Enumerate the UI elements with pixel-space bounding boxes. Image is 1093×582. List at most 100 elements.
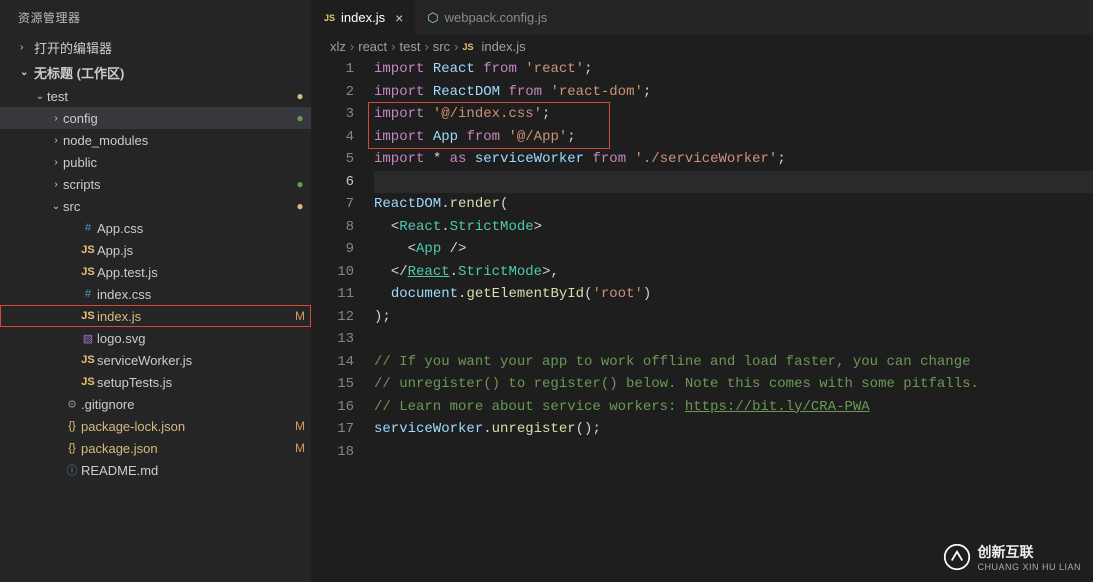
token: import: [374, 129, 424, 145]
js-file-icon: JS: [79, 376, 97, 388]
line-number: 11: [312, 283, 354, 306]
code-line[interactable]: [374, 441, 1093, 464]
tree-item-label: serviceWorker.js: [97, 353, 290, 368]
code-editor[interactable]: 123456789101112131415161718 import React…: [312, 58, 1093, 582]
breadcrumb-segment[interactable]: index.js: [482, 39, 526, 54]
token: ;: [777, 151, 785, 167]
tree-item-label: App.css: [97, 221, 290, 236]
breadcrumb[interactable]: xlz›react›test›src›JSindex.js: [312, 35, 1093, 58]
config-file-icon: ⚙: [63, 398, 81, 411]
file-item-logo-svg[interactable]: ▧logo.svg: [0, 327, 311, 349]
token: .: [450, 264, 458, 280]
file-tree: ⌄test●›config●›node_modules›public›scrip…: [0, 85, 311, 582]
code-line[interactable]: import React from 'react';: [374, 58, 1093, 81]
token: .: [483, 421, 491, 437]
workspace-section[interactable]: ⌄ 无标题 (工作区): [0, 60, 311, 85]
token: >,: [542, 264, 559, 280]
breadcrumb-segment[interactable]: src: [433, 39, 450, 54]
code-line[interactable]: // unregister() to register() below. Not…: [374, 373, 1093, 396]
code-line[interactable]: document.getElementById('root'): [374, 283, 1093, 306]
token: render: [450, 196, 500, 212]
code-line[interactable]: // Learn more about service workers: htt…: [374, 396, 1093, 419]
file-item-index-css[interactable]: #index.css: [0, 283, 311, 305]
token: serviceWorker: [475, 151, 584, 167]
token: React: [433, 61, 475, 77]
code-line[interactable]: // If you want your app to work offline …: [374, 351, 1093, 374]
tree-item-label: node_modules: [63, 133, 290, 148]
file-item-App-test-js[interactable]: JSApp.test.js: [0, 261, 311, 283]
chevron-right-icon: ›: [49, 179, 63, 190]
folder-item-node_modules[interactable]: ›node_modules: [0, 129, 311, 151]
code-line[interactable]: <App />: [374, 238, 1093, 261]
watermark-logo-icon: [943, 543, 971, 571]
code-lines[interactable]: import React from 'react';import ReactDO…: [374, 58, 1093, 582]
code-line[interactable]: ReactDOM.render(: [374, 193, 1093, 216]
code-line[interactable]: serviceWorker.unregister();: [374, 418, 1093, 441]
svg-file-icon: ▧: [79, 332, 97, 345]
file-item-index-js[interactable]: JSindex.jsM: [0, 305, 311, 327]
breadcrumb-segment[interactable]: xlz: [330, 39, 346, 54]
code-line[interactable]: import ReactDOM from 'react-dom';: [374, 81, 1093, 104]
folder-item-public[interactable]: ›public: [0, 151, 311, 173]
code-line[interactable]: [374, 171, 1093, 194]
file-item--gitignore[interactable]: ⚙.gitignore: [0, 393, 311, 415]
line-number: 9: [312, 238, 354, 261]
folder-item-test[interactable]: ⌄test●: [0, 85, 311, 107]
code-line[interactable]: import App from '@/App';: [374, 126, 1093, 149]
watermark-cn: 创新互联: [977, 542, 1081, 562]
line-number: 16: [312, 396, 354, 419]
token: document: [391, 286, 458, 302]
token: unregister: [492, 421, 576, 437]
webpack-icon: ⬡: [427, 10, 438, 26]
file-item-package-json[interactable]: {}package.jsonM: [0, 437, 311, 459]
opened-editors-label: 打开的编辑器: [34, 38, 112, 57]
status-indicator: ●: [290, 111, 310, 125]
tree-item-label: setupTests.js: [97, 375, 290, 390]
code-line[interactable]: [374, 328, 1093, 351]
chevron-right-icon: ›: [49, 157, 63, 168]
token: getElementById: [466, 286, 584, 302]
line-number: 3: [312, 103, 354, 126]
file-item-serviceWorker-js[interactable]: JSserviceWorker.js: [0, 349, 311, 371]
token: serviceWorker: [374, 421, 483, 437]
readme-file-icon: ⓘ: [63, 462, 81, 478]
chevron-right-icon: ›: [20, 42, 34, 53]
token: </: [391, 264, 408, 280]
close-icon[interactable]: ×: [395, 10, 403, 26]
breadcrumb-separator-icon: ›: [424, 39, 428, 54]
js-file-icon: JS: [79, 354, 97, 366]
tree-item-label: logo.svg: [97, 331, 290, 346]
tree-item-label: index.js: [97, 309, 290, 324]
folder-item-src[interactable]: ⌄src●: [0, 195, 311, 217]
token: from: [508, 84, 542, 100]
breadcrumb-segment[interactable]: react: [358, 39, 387, 54]
file-item-README-md[interactable]: ⓘREADME.md: [0, 459, 311, 481]
status-indicator: M: [290, 419, 310, 433]
tree-item-label: App.js: [97, 243, 290, 258]
chevron-down-icon: ⌄: [49, 201, 63, 212]
breadcrumb-segment[interactable]: test: [399, 39, 420, 54]
code-line[interactable]: import '@/index.css';: [374, 103, 1093, 126]
code-line[interactable]: <React.StrictMode>: [374, 216, 1093, 239]
tab-index-js[interactable]: JSindex.js×: [312, 0, 415, 35]
tab-webpack-config-js[interactable]: ⬡webpack.config.js: [415, 0, 559, 35]
folder-item-config[interactable]: ›config●: [0, 107, 311, 129]
code-line[interactable]: import * as serviceWorker from './servic…: [374, 148, 1093, 171]
line-number: 5: [312, 148, 354, 171]
workspace-label: 无标题 (工作区): [34, 63, 124, 82]
file-item-App-css[interactable]: #App.css: [0, 217, 311, 239]
chevron-down-icon: ⌄: [33, 91, 47, 102]
code-line[interactable]: </React.StrictMode>,: [374, 261, 1093, 284]
status-indicator: M: [290, 309, 310, 323]
opened-editors-section[interactable]: › 打开的编辑器: [0, 35, 311, 60]
folder-item-scripts[interactable]: ›scripts●: [0, 173, 311, 195]
tab-label: index.js: [341, 10, 385, 25]
file-item-setupTests-js[interactable]: JSsetupTests.js: [0, 371, 311, 393]
token: './serviceWorker': [635, 151, 778, 167]
file-item-App-js[interactable]: JSApp.js: [0, 239, 311, 261]
code-line[interactable]: );: [374, 306, 1093, 329]
line-number: 8: [312, 216, 354, 239]
token: https://bit.ly/CRA-PWA: [685, 399, 870, 415]
file-item-package-lock-json[interactable]: {}package-lock.jsonM: [0, 415, 311, 437]
token: >: [534, 219, 542, 235]
